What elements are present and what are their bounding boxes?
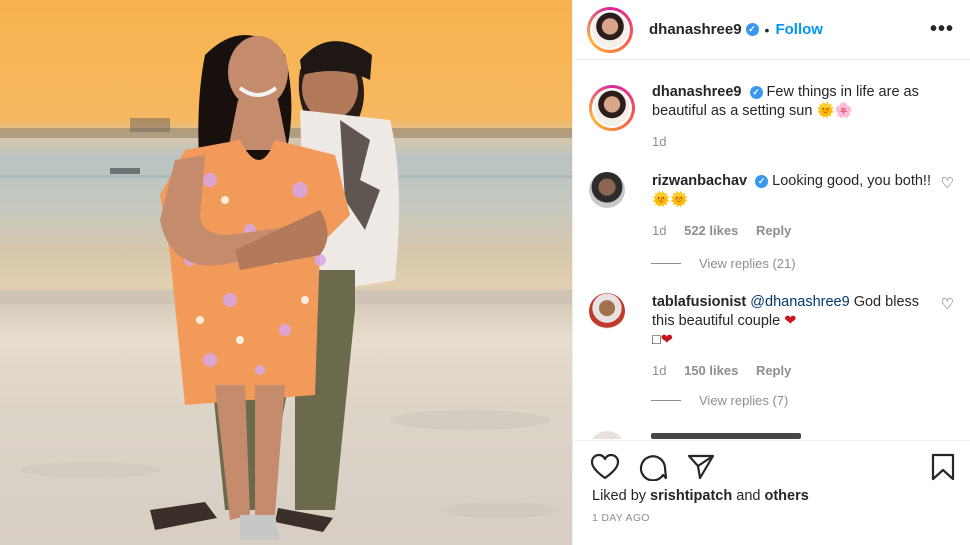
commenter-username[interactable]: tablafusionist xyxy=(652,294,746,310)
liked-by-user[interactable]: srishtipatch xyxy=(650,488,732,504)
view-replies[interactable]: View replies (21) xyxy=(651,256,796,271)
caption-username[interactable]: dhanashree9 xyxy=(652,84,741,100)
liked-by-others[interactable]: others xyxy=(765,488,809,504)
author-avatar[interactable] xyxy=(587,6,633,53)
separator-dot: • xyxy=(764,21,770,38)
post-actions: Liked by srishtipatch and others 1 DAY A… xyxy=(573,440,970,545)
comment: rizwanbachav ✓ Looking good, you both!! … xyxy=(573,172,970,240)
couple-sunset-image xyxy=(0,35,572,540)
comment-text: Looking good, you both!! xyxy=(772,173,931,189)
caption: dhanashree9 ✓ Few things in life are as … xyxy=(573,83,970,151)
liked-by: Liked by srishtipatch and others xyxy=(592,488,809,504)
follow-button[interactable]: Follow xyxy=(775,21,823,38)
comment-likes[interactable]: 150 likes xyxy=(684,363,738,378)
heart-icon[interactable] xyxy=(590,453,620,481)
view-replies-label[interactable]: View replies (21) xyxy=(699,256,796,271)
view-replies[interactable]: View replies (7) xyxy=(651,393,788,408)
reply-button[interactable]: Reply xyxy=(756,223,791,238)
comment-likes[interactable]: 522 likes xyxy=(684,223,738,238)
red-heart-emoji: ❤ xyxy=(660,332,673,348)
verified-badge-icon: ✓ xyxy=(745,23,759,36)
verified-badge-icon: ✓ xyxy=(755,175,769,188)
reply-button[interactable]: Reply xyxy=(756,363,791,378)
commenter-avatar[interactable] xyxy=(589,293,625,329)
post-side-panel: dhanashree9 ✓ • Follow ••• dhanashree9 ✓… xyxy=(572,0,970,545)
commenter-avatar[interactable] xyxy=(589,431,625,439)
view-replies-label[interactable]: View replies (7) xyxy=(699,393,788,408)
more-options-icon[interactable]: ••• xyxy=(930,18,954,41)
comment-time[interactable]: 1d xyxy=(652,223,666,238)
comment-like-heart-icon[interactable]: ♡ xyxy=(941,295,954,380)
author-username[interactable]: dhanashree9 xyxy=(649,21,742,38)
paper-plane-icon[interactable] xyxy=(686,453,716,481)
red-heart-emoji: ❤ xyxy=(784,313,797,329)
comments-list[interactable]: dhanashree9 ✓ Few things in life are as … xyxy=(573,61,970,439)
comment-icon[interactable] xyxy=(638,453,668,481)
comment-time[interactable]: 1d xyxy=(652,363,666,378)
unknown-glyph: □ xyxy=(652,332,661,348)
bookmark-icon[interactable] xyxy=(930,453,956,481)
comment: tablafusionist @dhanashree9 God bless th… xyxy=(573,293,970,380)
caption-avatar[interactable] xyxy=(589,85,635,131)
sun-emoji: 🌞🌞 xyxy=(652,192,689,208)
post-header: dhanashree9 ✓ • Follow ••• xyxy=(573,0,970,60)
comment-mention[interactable]: @dhanashree9 xyxy=(750,294,849,310)
liked-by-and: and xyxy=(736,488,761,504)
commenter-avatar[interactable] xyxy=(589,172,625,208)
verified-badge-icon: ✓ xyxy=(749,86,763,99)
truncated-comment xyxy=(651,433,801,439)
post-photo[interactable] xyxy=(0,0,572,545)
commenter-username[interactable]: rizwanbachav xyxy=(652,173,747,189)
sun-flower-emoji: 🌞🌸 xyxy=(816,103,853,119)
post-timestamp[interactable]: 1 DAY AGO xyxy=(592,512,650,524)
liked-by-prefix: Liked by xyxy=(592,488,647,504)
caption-time[interactable]: 1d xyxy=(652,134,666,149)
comment-like-heart-icon[interactable]: ♡ xyxy=(941,174,954,240)
